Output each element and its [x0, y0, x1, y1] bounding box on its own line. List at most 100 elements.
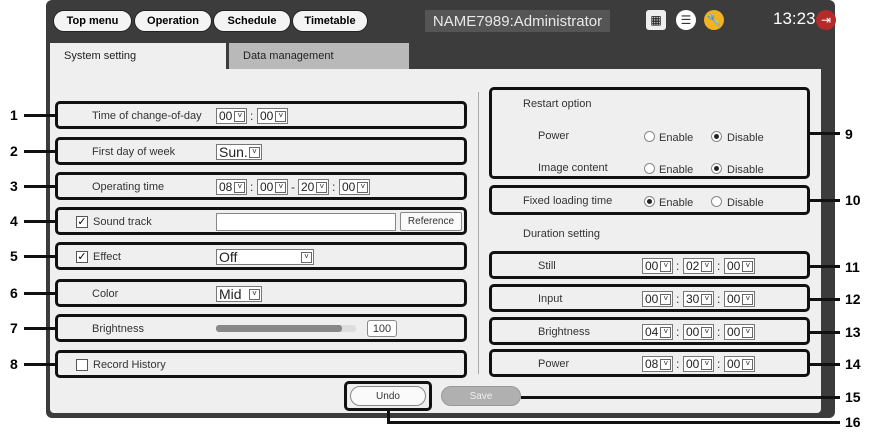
fixed-loading-disable-radio[interactable]	[711, 196, 722, 207]
duration-brightness-label: Brightness	[538, 326, 590, 338]
color-label: Color	[92, 288, 119, 300]
row-first-day: First day of week Sun. ˅	[55, 137, 467, 165]
restart-power-label: Power	[538, 130, 570, 142]
effect-checkbox[interactable]: ✓	[76, 251, 88, 263]
color-select[interactable]: Mid ˅	[216, 286, 262, 302]
change-of-day-hour[interactable]: 00 ˅	[216, 108, 248, 124]
operating-end-hour[interactable]: 20 ˅	[298, 179, 330, 195]
callout-line	[24, 363, 55, 366]
restart-image-label: Image content	[538, 162, 608, 174]
brightness-value[interactable]: 100	[367, 320, 397, 337]
callout-15: 15	[845, 389, 861, 405]
undo-button[interactable]: Undo	[350, 386, 426, 406]
first-day-label: First day of week	[92, 146, 176, 158]
row-brightness: Brightness 100	[55, 314, 467, 342]
change-of-day-minute[interactable]: 00 ˅	[257, 108, 289, 124]
disable-label: Disable	[727, 164, 764, 176]
power-minute[interactable]: 00 ˅	[683, 356, 715, 372]
callout-2: 2	[10, 143, 18, 159]
row-restart-option: Restart option Power Enable Disable Imag…	[489, 87, 810, 179]
still-second[interactable]: 00 ˅	[724, 258, 756, 274]
restart-image-enable-radio[interactable]	[644, 163, 655, 174]
callout-8: 8	[10, 356, 18, 372]
sound-track-label: Sound track	[93, 216, 152, 228]
operating-time-label: Operating time	[92, 181, 165, 193]
callout-4: 4	[10, 213, 18, 229]
schedule-button[interactable]: Schedule	[213, 10, 291, 32]
still-hour[interactable]: 00 ˅	[642, 258, 674, 274]
input-second[interactable]: 00 ˅	[724, 291, 756, 307]
disable-label: Disable	[727, 132, 764, 144]
tab-data-management[interactable]: Data management	[229, 43, 409, 69]
still-label: Still	[538, 260, 556, 272]
callout-line	[24, 150, 55, 153]
row-record-history: Record History	[55, 350, 467, 378]
operating-start-minute[interactable]: 00 ˅	[257, 179, 289, 195]
record-history-checkbox[interactable]	[76, 359, 88, 371]
fixed-loading-label: Fixed loading time	[523, 195, 613, 207]
brightness-second[interactable]: 00 ˅	[724, 324, 756, 340]
callout-line	[24, 255, 55, 258]
power-hour[interactable]: 08 ˅	[642, 356, 674, 372]
reference-button[interactable]: Reference	[400, 212, 462, 231]
callout-5: 5	[10, 248, 18, 264]
change-of-day-label: Time of change-of-day	[92, 110, 202, 122]
first-day-select[interactable]: Sun. ˅	[216, 144, 262, 160]
still-minute[interactable]: 02 ˅	[683, 258, 715, 274]
input-hour[interactable]: 00 ˅	[642, 291, 674, 307]
effect-select[interactable]: Off ˅	[216, 249, 314, 265]
enable-label: Enable	[659, 197, 694, 209]
callout-9: 9	[845, 126, 853, 142]
sound-track-checkbox[interactable]: ✓	[76, 216, 88, 228]
brightness-minute[interactable]: 00 ˅	[683, 324, 715, 340]
row-input: Input 00 ˅ : 30 ˅ : 00 ˅	[489, 284, 810, 312]
callout-3: 3	[10, 178, 18, 194]
callout-16: 16	[845, 414, 861, 430]
callout-line	[24, 114, 55, 117]
callout-6: 6	[10, 285, 18, 301]
brightness-hour[interactable]: 04 ˅	[642, 324, 674, 340]
input-label: Input	[538, 293, 563, 305]
callout-line	[387, 421, 840, 424]
top-menu-button[interactable]: Top menu	[53, 10, 132, 32]
sound-track-input[interactable]	[216, 213, 396, 231]
logout-icon[interactable]: ⇥	[816, 10, 836, 30]
restart-power-enable-radio[interactable]	[644, 131, 655, 142]
power-second[interactable]: 00 ˅	[724, 356, 756, 372]
wrench-icon[interactable]: 🔧	[704, 10, 724, 30]
callout-14: 14	[845, 356, 861, 372]
clock: 13:23	[773, 9, 816, 28]
row-effect: ✓ Effect Off ˅	[55, 242, 467, 270]
fixed-loading-enable-radio[interactable]	[644, 196, 655, 207]
restart-image-disable-radio[interactable]	[711, 163, 722, 174]
callout-line	[24, 327, 55, 330]
callout-1: 1	[10, 107, 18, 123]
calendar-icon[interactable]: ▦	[646, 10, 666, 30]
save-button[interactable]: Save	[441, 386, 521, 406]
callout-line	[24, 292, 55, 295]
input-minute[interactable]: 30 ˅	[683, 291, 715, 307]
callout-line	[810, 331, 840, 334]
list-icon[interactable]: ☰	[676, 10, 696, 30]
callout-13: 13	[845, 324, 861, 340]
duration-setting-title: Duration setting	[523, 228, 601, 240]
effect-label: Effect	[93, 251, 121, 263]
row-operating-time: Operating time 08 ˅ : 00 ˅ - 20 ˅ : 00 ˅	[55, 172, 467, 200]
row-fixed-loading: Fixed loading time Enable Disable	[489, 185, 810, 215]
callout-12: 12	[845, 291, 861, 307]
callout-line	[810, 298, 840, 301]
operating-end-minute[interactable]: 00 ˅	[339, 179, 371, 195]
panel-divider	[478, 92, 479, 374]
callout-11: 11	[845, 259, 860, 275]
row-change-of-day: Time of change-of-day 00 ˅ : 00 ˅	[55, 101, 467, 129]
duration-power-label: Power	[538, 358, 570, 370]
operation-button[interactable]: Operation	[134, 10, 212, 32]
timetable-button[interactable]: Timetable	[292, 10, 368, 32]
operating-start-hour[interactable]: 08 ˅	[216, 179, 248, 195]
callout-line	[810, 199, 840, 202]
tab-system-setting[interactable]: System setting	[50, 43, 226, 69]
user-label: NAME7989:Administrator	[425, 10, 610, 32]
restart-power-disable-radio[interactable]	[711, 131, 722, 142]
enable-label: Enable	[659, 164, 694, 176]
brightness-slider[interactable]	[216, 325, 356, 332]
